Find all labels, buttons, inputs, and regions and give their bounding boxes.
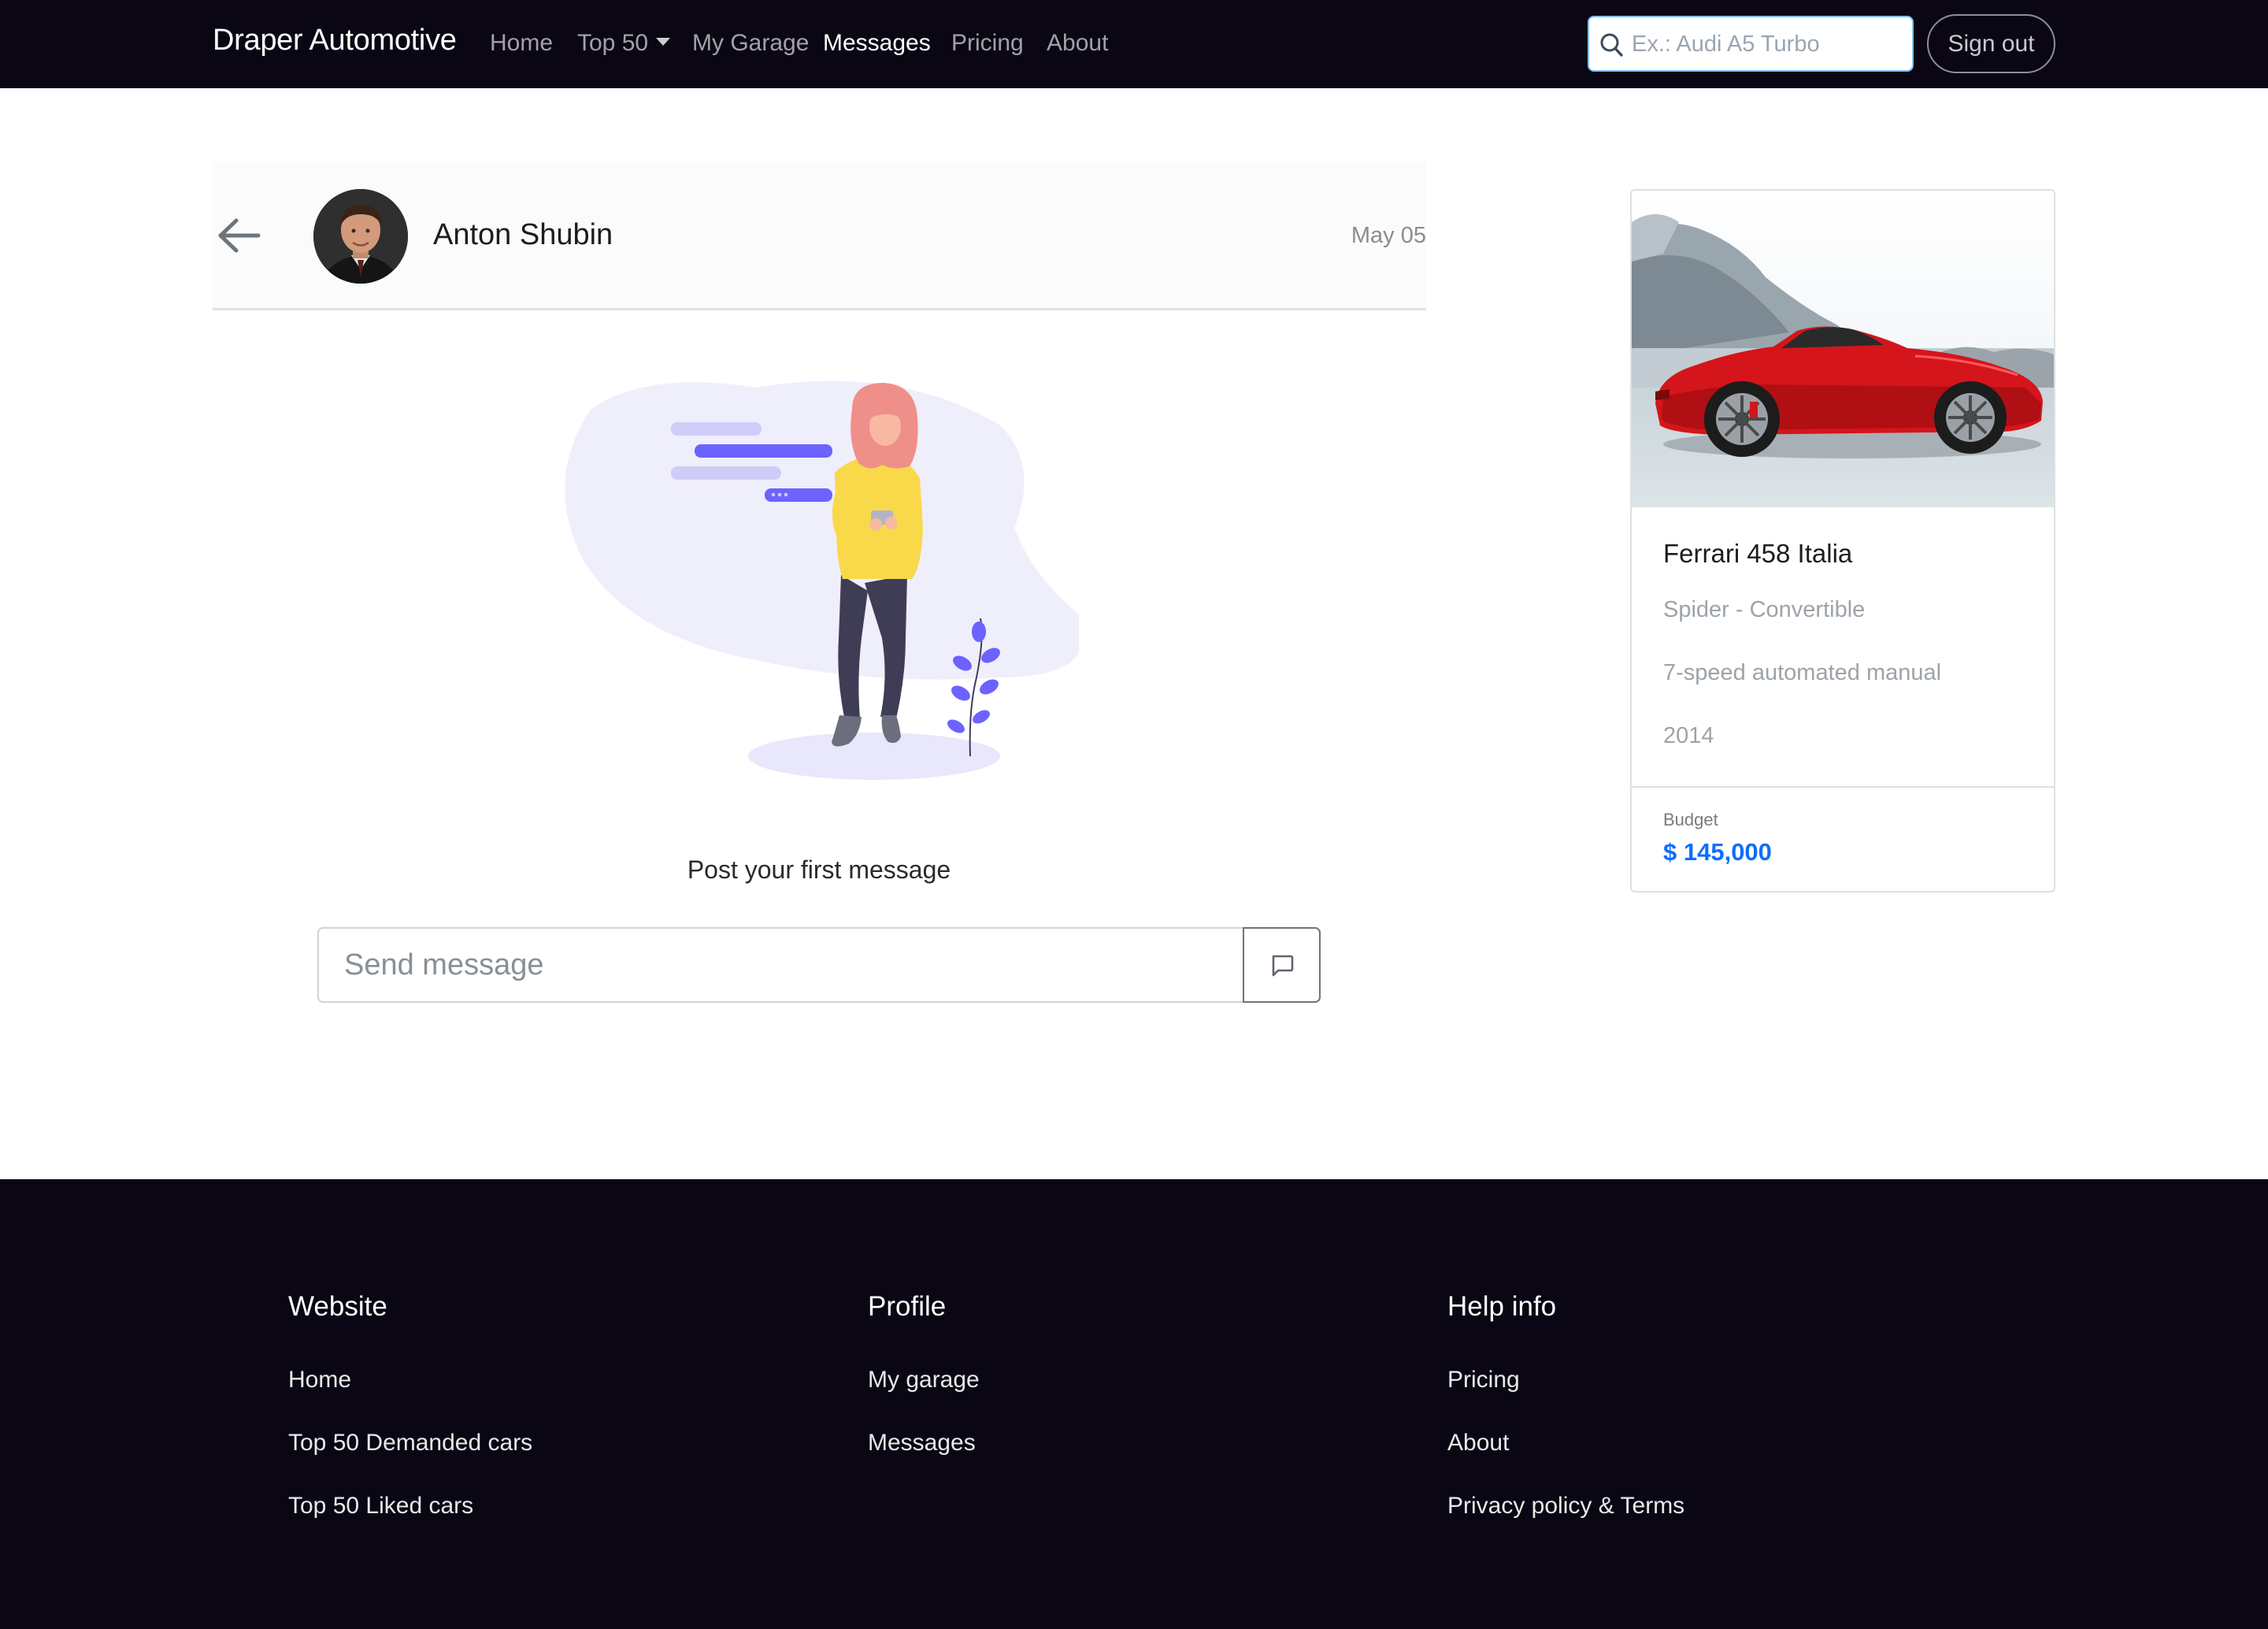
footer-profile-column: Profile My garage Messages bbox=[868, 1291, 980, 1493]
footer-link-about[interactable]: About bbox=[1447, 1430, 1684, 1493]
arrow-left-icon[interactable] bbox=[217, 218, 261, 253]
footer-link-privacy-terms[interactable]: Privacy policy & Terms bbox=[1447, 1493, 1684, 1556]
footer-link-messages[interactable]: Messages bbox=[868, 1430, 980, 1493]
car-summary-card[interactable]: Ferrari 458 Italia Spider - Convertible … bbox=[1630, 189, 2055, 892]
top-navbar: Draper Automotive Home Top 50 My Garage … bbox=[0, 0, 2268, 88]
conversation-header: Anton Shubin May 05 bbox=[213, 161, 1426, 310]
car-name: Ferrari 458 Italia bbox=[1663, 539, 1853, 568]
chevron-down-icon bbox=[656, 38, 671, 46]
footer-link-my-garage[interactable]: My garage bbox=[868, 1367, 980, 1430]
nav-my-garage[interactable]: My Garage bbox=[692, 30, 809, 57]
message-composer bbox=[317, 927, 1321, 1003]
car-year: 2014 bbox=[1663, 723, 1714, 748]
car-transmission: 7-speed automated manual bbox=[1663, 660, 1942, 685]
sign-out-button[interactable]: Sign out bbox=[1927, 14, 2055, 73]
footer-link-top50-liked[interactable]: Top 50 Liked cars bbox=[288, 1493, 532, 1556]
budget-value: $ 145,000 bbox=[1663, 838, 1772, 866]
send-message-button[interactable] bbox=[1243, 927, 1321, 1003]
nav-about[interactable]: About bbox=[1047, 30, 1108, 57]
car-body-type: Spider - Convertible bbox=[1663, 597, 1866, 622]
footer-heading-help: Help info bbox=[1447, 1291, 1557, 1322]
footer-heading-profile: Profile bbox=[868, 1291, 947, 1322]
chat-bubble-icon bbox=[1272, 955, 1294, 977]
conversation-date: May 05 bbox=[1351, 223, 1426, 248]
footer-link-top50-demanded[interactable]: Top 50 Demanded cars bbox=[288, 1430, 532, 1493]
nav-pricing[interactable]: Pricing bbox=[951, 30, 1024, 57]
search-input[interactable] bbox=[1632, 25, 1899, 63]
nav-messages[interactable]: Messages bbox=[823, 30, 931, 57]
nav-top50-label: Top 50 bbox=[577, 30, 649, 56]
message-input[interactable] bbox=[317, 927, 1243, 1003]
budget-label: Budget bbox=[1663, 810, 1718, 829]
empty-chat-illustration bbox=[565, 380, 1079, 780]
brand-logo[interactable]: Draper Automotive bbox=[213, 24, 457, 58]
search-box bbox=[1588, 16, 1914, 72]
car-photo bbox=[1632, 191, 2054, 507]
footer-link-pricing[interactable]: Pricing bbox=[1447, 1367, 1684, 1430]
search-icon bbox=[1600, 33, 1623, 57]
footer-link-home[interactable]: Home bbox=[288, 1367, 532, 1430]
footer-heading-website: Website bbox=[288, 1291, 387, 1322]
nav-top50-dropdown[interactable]: Top 50 bbox=[577, 30, 671, 57]
avatar bbox=[313, 189, 408, 284]
nav-home[interactable]: Home bbox=[490, 30, 553, 57]
card-divider bbox=[1632, 786, 2054, 788]
empty-state-message: Post your first message bbox=[687, 855, 951, 884]
contact-name: Anton Shubin bbox=[433, 218, 613, 251]
site-footer: Website Home Top 50 Demanded cars Top 50… bbox=[0, 1179, 2268, 1629]
footer-website-column: Website Home Top 50 Demanded cars Top 50… bbox=[288, 1291, 532, 1556]
footer-help-column: Help info Pricing About Privacy policy &… bbox=[1447, 1291, 1684, 1556]
